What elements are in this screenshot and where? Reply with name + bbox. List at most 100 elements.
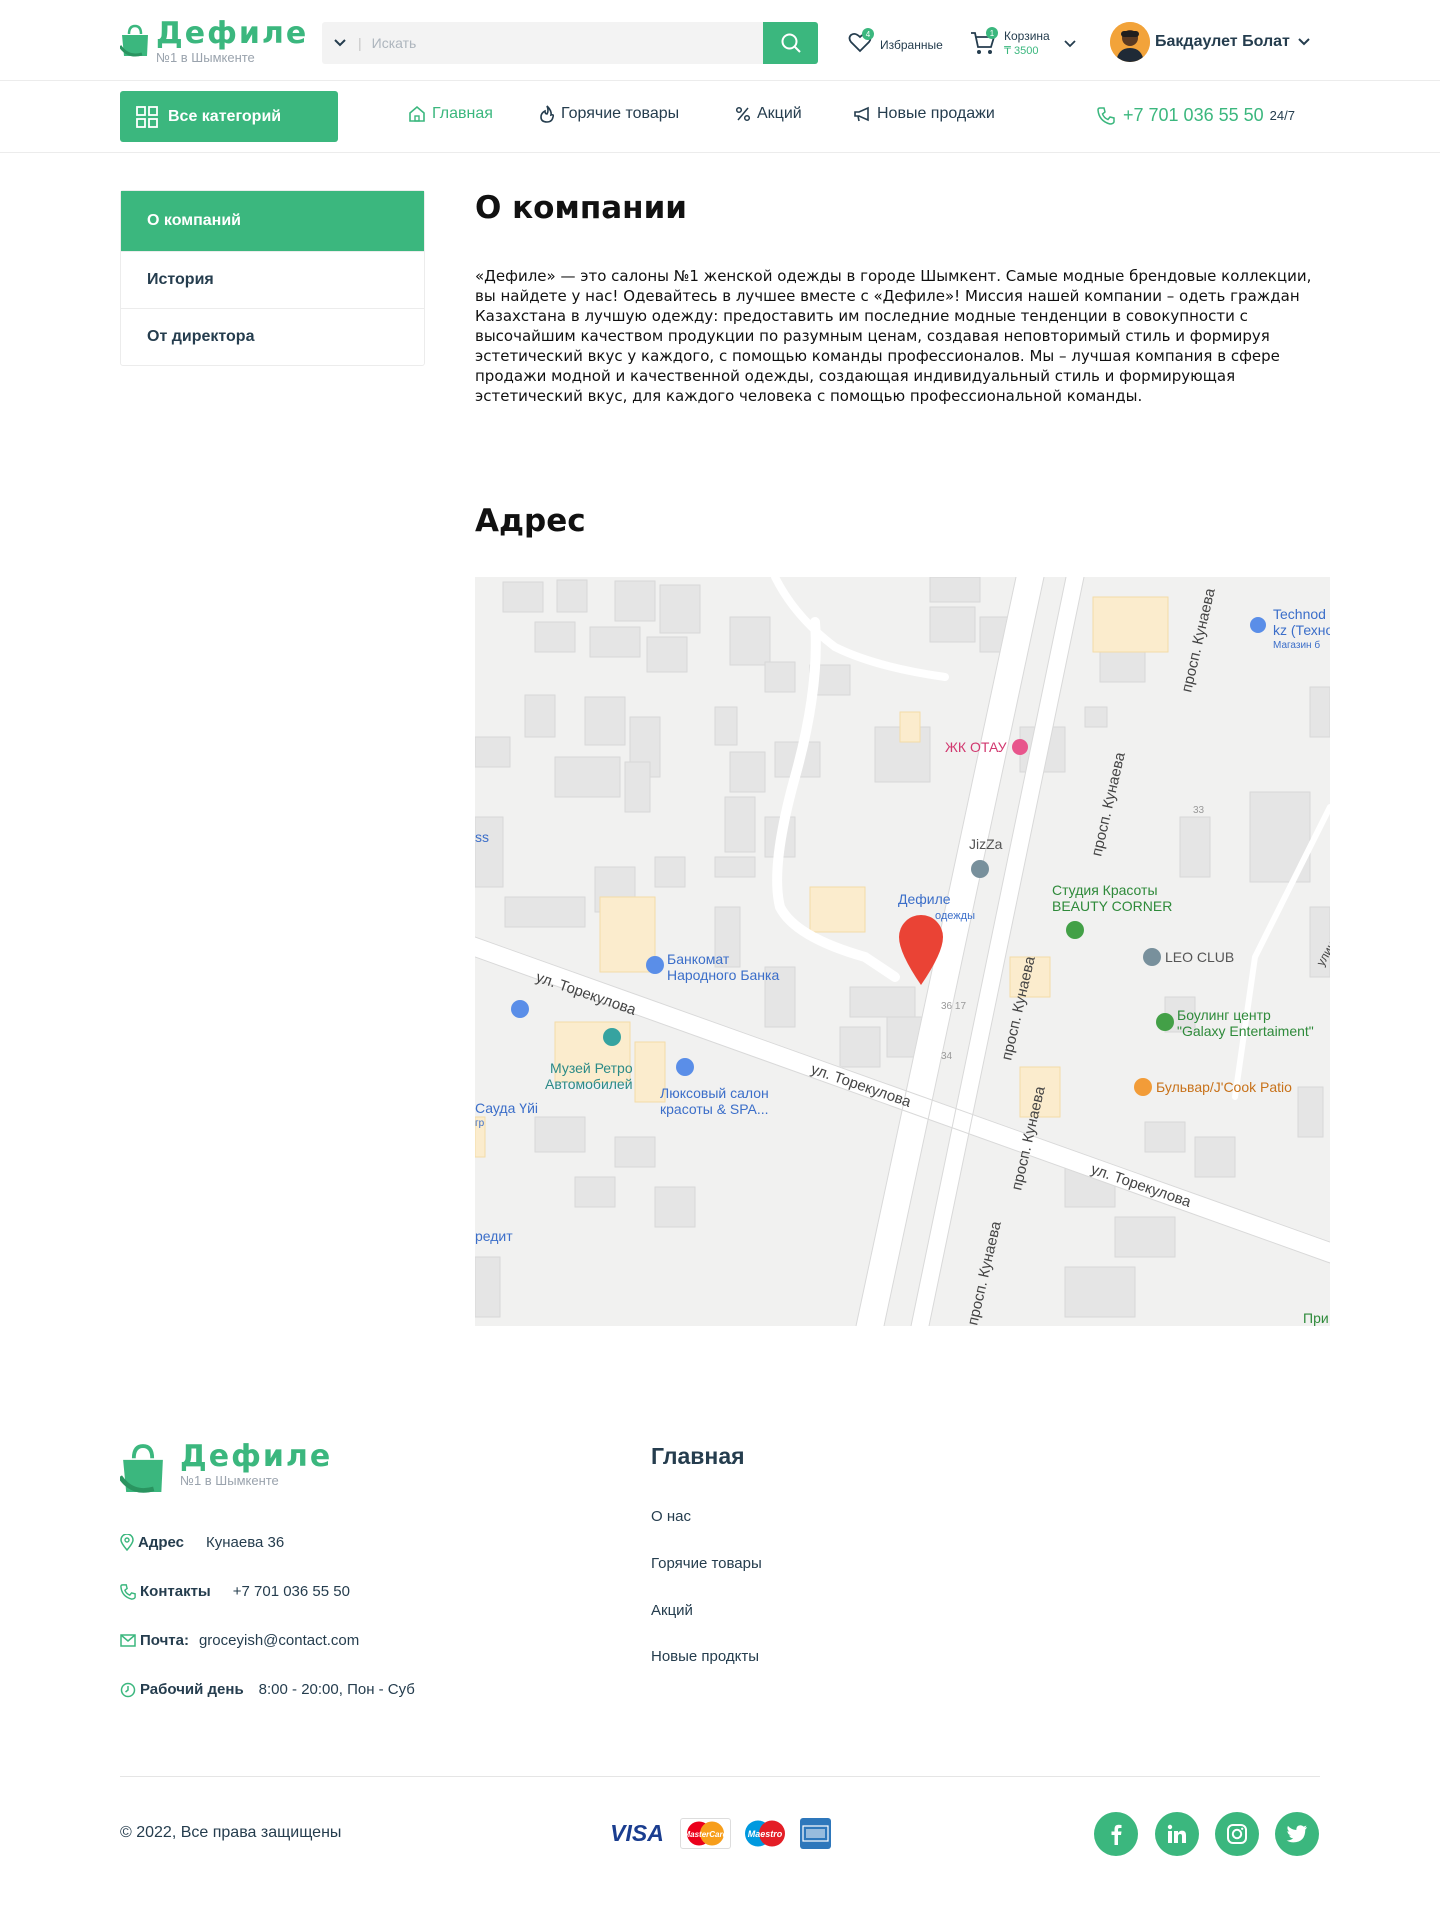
map-poi-label: ЖК ОТАУ bbox=[945, 739, 1007, 755]
footer-mail-label: Почта: bbox=[140, 1632, 189, 1649]
chevron-down-icon[interactable] bbox=[1064, 39, 1076, 48]
map-poi-label: ss bbox=[475, 829, 489, 845]
logo-title: Дефиле bbox=[156, 16, 309, 51]
map-house-number: 33 bbox=[1193, 805, 1205, 816]
user-menu[interactable]: Бакдаулет Болат bbox=[1110, 22, 1310, 62]
footer-divider bbox=[120, 1776, 1320, 1777]
amex-icon bbox=[800, 1818, 831, 1849]
logo[interactable]: Дефиле №1 в Шымкенте bbox=[120, 18, 308, 65]
footer-mail: Почта: groceyish@contact.com bbox=[120, 1632, 359, 1649]
footer-hours: Рабочий день 8:00 - 20:00, Пон - Суб bbox=[120, 1681, 415, 1698]
footer-mail-value[interactable]: groceyish@contact.com bbox=[199, 1632, 359, 1649]
map-poi-label: красоты & SPA... bbox=[660, 1101, 769, 1117]
mastercard-icon: MasterCard bbox=[680, 1818, 731, 1849]
phone-contact[interactable]: +7 701 036 55 50 24/7 bbox=[1097, 105, 1295, 126]
user-name: Бакдаулет Болат bbox=[1155, 33, 1290, 50]
map-house-number: 36 17 bbox=[941, 1001, 966, 1012]
map-house-number: 34 bbox=[941, 1051, 953, 1062]
address-title: Адрес bbox=[475, 503, 586, 539]
chevron-down-icon bbox=[1298, 38, 1310, 46]
header: Дефиле №1 в Шымкенте | 4 Избранные 1 Кор… bbox=[0, 0, 1440, 81]
footer-link-new[interactable]: Новые продкты bbox=[651, 1648, 759, 1665]
copyright: © 2022, Все права защищены bbox=[120, 1824, 342, 1841]
fire-icon bbox=[540, 105, 555, 123]
cart-label: Корзина bbox=[1004, 28, 1050, 43]
footer-logo-subtitle: №1 в Шымкенте bbox=[180, 1473, 279, 1488]
footer-address: Адрес Кунаева 36 bbox=[120, 1534, 284, 1551]
maestro-icon: Maestro bbox=[739, 1818, 791, 1849]
map-poi-label: Дефиле bbox=[898, 891, 951, 907]
footer-link-hot[interactable]: Горячие товары bbox=[651, 1555, 762, 1572]
nav-item-new[interactable]: Новые продажи bbox=[853, 105, 995, 123]
location-icon bbox=[120, 1534, 134, 1551]
avatar bbox=[1110, 22, 1150, 62]
footer-contacts: Контакты +7 701 036 55 50 bbox=[120, 1583, 350, 1600]
map-poi-label: Магазин б bbox=[1273, 639, 1320, 651]
footer-menu-title: Главная bbox=[651, 1443, 745, 1469]
map-poi-label: Народного Банка bbox=[667, 967, 779, 983]
map-poi-label: Банкомат bbox=[667, 951, 730, 967]
map[interactable]: ул. Торекулова ул. Торекулова ул. Тореку… bbox=[475, 577, 1330, 1326]
twitter-icon[interactable] bbox=[1275, 1812, 1319, 1856]
cart-count-badge: 1 bbox=[986, 27, 998, 39]
home-icon bbox=[409, 105, 425, 122]
nav-item-hot[interactable]: Горячие товары bbox=[539, 105, 679, 123]
cart-link[interactable]: 1 Корзина ₸ 3500 bbox=[970, 27, 1076, 60]
map-poi-label: Люксовый салон bbox=[660, 1085, 769, 1101]
megaphone-icon bbox=[854, 106, 869, 122]
main-nav: Все категорий Главная Горячие товары Акц… bbox=[0, 81, 1440, 153]
nav-item-label: Горячие товары bbox=[561, 105, 680, 122]
search-icon bbox=[781, 33, 801, 53]
page-title: О компании bbox=[475, 190, 688, 226]
footer-address-value: Кунаева 36 bbox=[206, 1534, 285, 1551]
search-button[interactable] bbox=[763, 22, 818, 64]
map-poi-label: При bbox=[1303, 1310, 1329, 1326]
map-poi-label: редит bbox=[475, 1228, 513, 1244]
footer-link-about[interactable]: О нас bbox=[651, 1508, 691, 1525]
footer-hours-label: Рабочий день bbox=[140, 1681, 244, 1698]
sidebar-item-about[interactable]: О компаний bbox=[121, 191, 424, 251]
nav-item-label: Новые продажи bbox=[877, 105, 995, 122]
phone-number: +7 701 036 55 50 bbox=[1123, 105, 1264, 125]
sidebar-item-director[interactable]: От директора bbox=[121, 308, 424, 365]
cart-total: ₸ 3500 bbox=[1004, 44, 1039, 57]
map-poi-label: LEO CLUB bbox=[1165, 949, 1234, 965]
shopping-bag-icon bbox=[120, 24, 148, 57]
footer-logo-title: Дефиле bbox=[180, 1439, 333, 1474]
favorites-link[interactable]: 4 Избранные bbox=[848, 28, 943, 58]
visa-icon: VISA bbox=[610, 1820, 664, 1846]
footer-link-sales[interactable]: Акций bbox=[651, 1602, 693, 1619]
map-poi-label: Боулинг центр bbox=[1177, 1007, 1271, 1023]
shopping-bag-icon bbox=[120, 1444, 163, 1493]
nav-item-label: Главная bbox=[432, 105, 493, 122]
chevron-down-icon bbox=[334, 39, 346, 47]
map-poi-label: Бульвар/J'Cook Patio bbox=[1156, 1079, 1292, 1095]
map-poi-label: Сауда Үйі bbox=[475, 1100, 538, 1116]
map-poi-label: Technod bbox=[1273, 606, 1326, 622]
percent-icon bbox=[735, 106, 751, 122]
instagram-icon[interactable] bbox=[1215, 1812, 1259, 1856]
search-input[interactable] bbox=[371, 35, 732, 51]
all-categories-label: Все категорий bbox=[168, 107, 282, 125]
footer-address-label: Адрес bbox=[138, 1534, 185, 1551]
favorites-label: Избранные bbox=[880, 37, 943, 52]
map-poi-label: BEAUTY CORNER bbox=[1052, 898, 1172, 914]
favorites-count-badge: 4 bbox=[862, 28, 874, 40]
category-dropdown[interactable] bbox=[322, 22, 358, 64]
facebook-icon[interactable] bbox=[1094, 1812, 1138, 1856]
nav-item-label: Акций bbox=[757, 105, 802, 122]
linkedin-icon[interactable] bbox=[1155, 1812, 1199, 1856]
nav-item-sales[interactable]: Акций bbox=[735, 105, 802, 123]
map-poi-label: kz (Техно bbox=[1273, 622, 1330, 638]
mail-icon bbox=[120, 1634, 136, 1647]
sidebar-item-history[interactable]: История bbox=[121, 251, 424, 308]
footer-logo[interactable]: Дефиле №1 в Шымкенте bbox=[120, 1441, 332, 1495]
nav-item-home[interactable]: Главная bbox=[408, 105, 493, 123]
map-poi-label: JizZa bbox=[969, 836, 1003, 852]
footer-contacts-value[interactable]: +7 701 036 55 50 bbox=[233, 1583, 350, 1600]
footer-contacts-label: Контакты bbox=[140, 1583, 211, 1600]
phone-hours: 24/7 bbox=[1269, 108, 1295, 123]
map-poi-label: Музей Ретро bbox=[550, 1060, 633, 1076]
all-categories-button[interactable]: Все категорий bbox=[120, 91, 338, 142]
grid-icon bbox=[136, 105, 158, 128]
